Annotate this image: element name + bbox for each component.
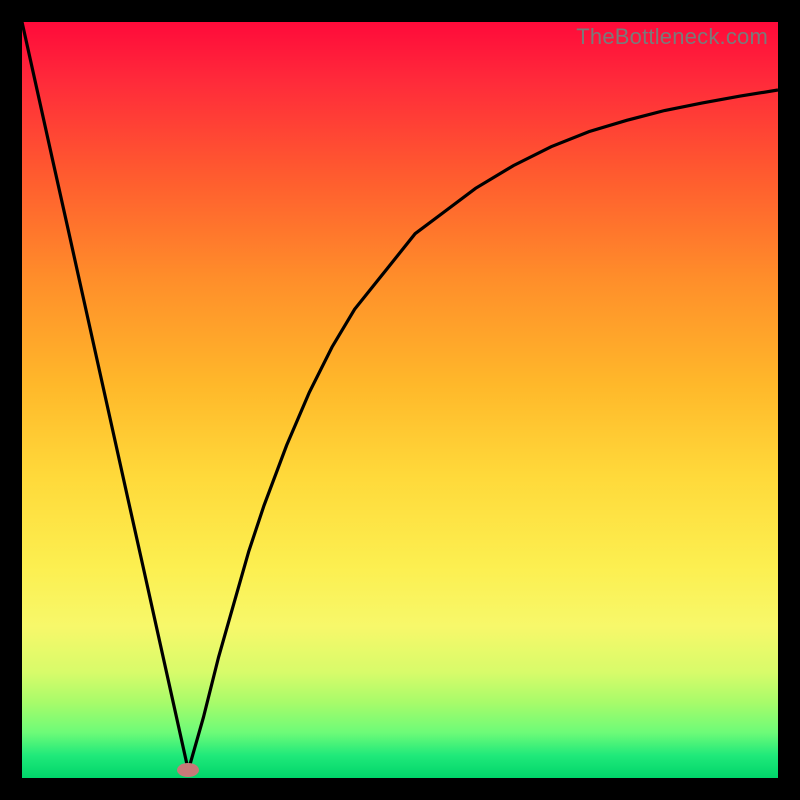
- curve-svg: [22, 22, 778, 778]
- bottleneck-curve: [22, 22, 778, 770]
- optimal-point-marker: [177, 763, 199, 777]
- chart-plot-area: TheBottleneck.com: [22, 22, 778, 778]
